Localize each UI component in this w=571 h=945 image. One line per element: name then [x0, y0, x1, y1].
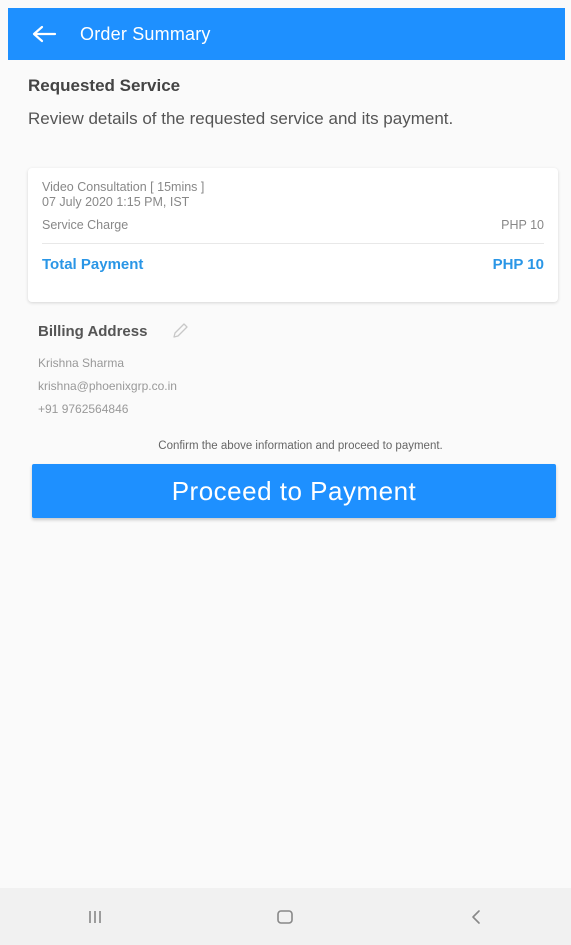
proceed-to-payment-button[interactable]: Proceed to Payment [32, 464, 556, 518]
total-payment-row: Total Payment PHP 10 [42, 256, 544, 273]
service-charge-value: PHP 10 [501, 218, 544, 232]
total-payment-value: PHP 10 [492, 256, 544, 273]
billing-details: Krishna Sharma krishna@phoenixgrp.co.in … [38, 352, 177, 421]
pencil-icon [173, 323, 189, 338]
service-charge-label: Service Charge [42, 218, 129, 232]
home-icon [277, 909, 294, 924]
nav-back-button[interactable] [446, 892, 506, 942]
service-name: Video Consultation [ 15mins ] [42, 180, 205, 194]
service-charge-row: Service Charge PHP 10 [42, 218, 544, 244]
confirm-text: Confirm the above information and procee… [158, 440, 443, 452]
section-description: Review details of the requested service … [28, 109, 454, 128]
billing-header: Billing Address [38, 320, 191, 342]
service-datetime: 07 July 2020 1:15 PM, IST [42, 195, 190, 209]
app-bar: Order Summary [8, 8, 565, 60]
total-payment-label: Total Payment [42, 256, 144, 273]
order-summary-screen: Order Summary Requested Service Review d… [0, 0, 571, 945]
billing-email: krishna@phoenixgrp.co.in [38, 379, 177, 393]
page-title: Order Summary [80, 23, 211, 44]
home-button[interactable] [255, 892, 315, 942]
arrow-left-icon [32, 25, 57, 43]
billing-phone: +91 9762564846 [38, 402, 129, 416]
billing-name: Krishna Sharma [38, 356, 125, 370]
recent-apps-button[interactable] [65, 892, 125, 942]
nav-back-icon [472, 909, 480, 924]
edit-billing-button[interactable] [169, 320, 191, 342]
billing-title: Billing Address [38, 322, 148, 340]
service-card: Video Consultation [ 15mins ] 07 July 20… [28, 168, 558, 302]
system-nav-bar [0, 888, 571, 945]
section-title: Requested Service [28, 76, 181, 95]
recent-apps-icon [89, 910, 101, 923]
back-button[interactable] [20, 8, 68, 60]
